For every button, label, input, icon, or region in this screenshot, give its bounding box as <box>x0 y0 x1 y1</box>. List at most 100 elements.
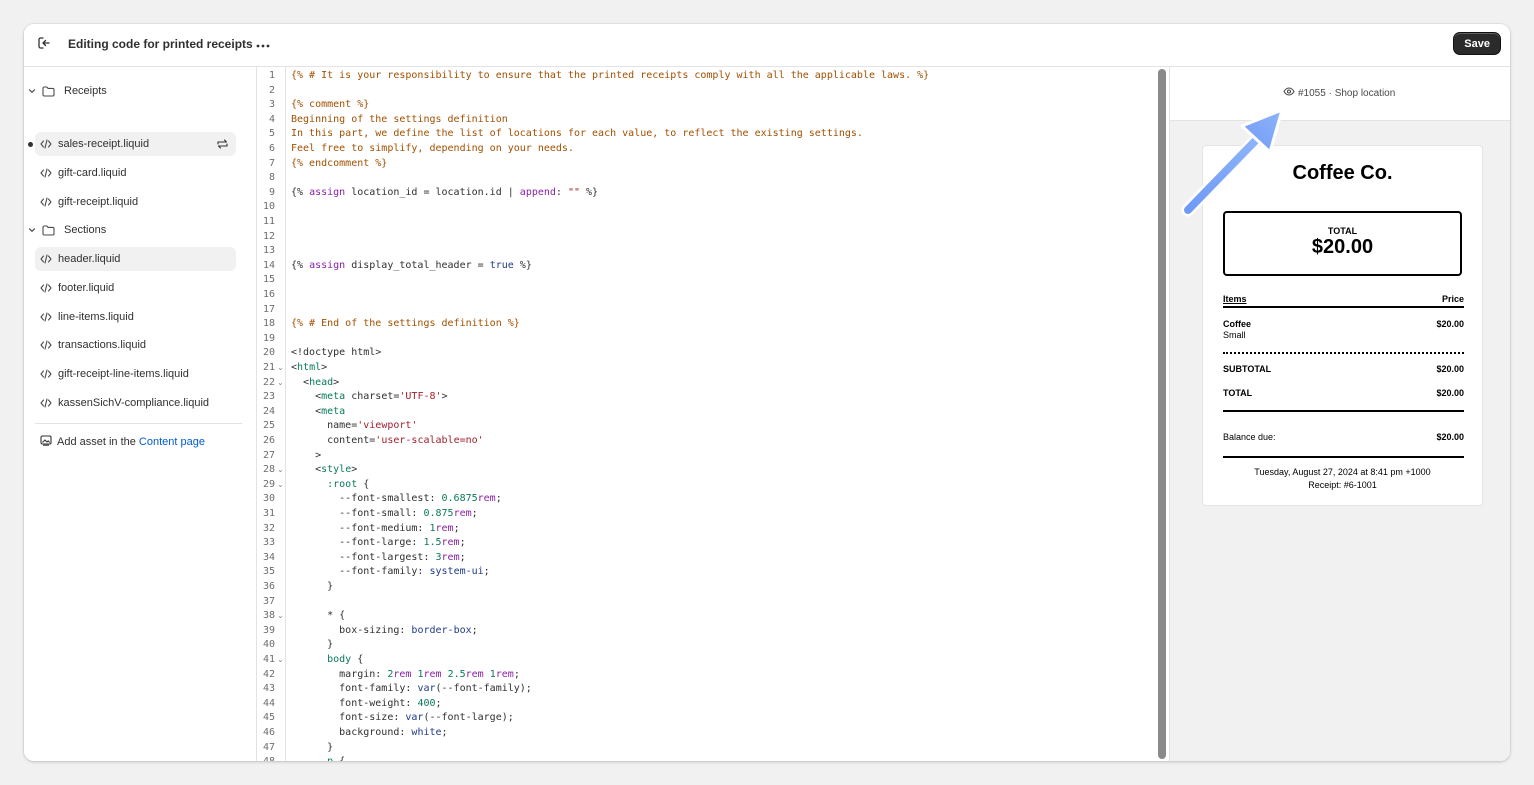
code-line[interactable]: 27 > <box>257 449 1169 464</box>
totals-rule <box>1223 410 1464 412</box>
code-line[interactable]: 47 } <box>257 741 1169 756</box>
code-text: Feel free to simplify, depending on your… <box>291 143 574 154</box>
code-line[interactable]: 29 ⌄ :root { <box>257 478 1169 493</box>
line-number: 15 <box>262 274 275 286</box>
code-line[interactable]: 8 <box>257 171 1169 186</box>
code-line[interactable]: 37 <box>257 595 1169 610</box>
file-sales-receipt[interactable]: sales-receipt.liquid <box>35 132 236 156</box>
line-number: 37 <box>262 595 275 607</box>
code-line[interactable]: 39 box-sizing: border-box; <box>257 624 1169 639</box>
code-line[interactable]: 3 {% comment %} <box>257 98 1169 113</box>
code-line[interactable]: 13 <box>257 244 1169 259</box>
file-transactions[interactable]: transactions.liquid <box>35 333 236 357</box>
code-text: <style> <box>291 464 358 476</box>
line-item-row: Coffee Small $20.00 <box>1223 319 1464 340</box>
code-line[interactable]: 10 <box>257 200 1169 215</box>
code-line[interactable]: 44 font-weight: 400; <box>257 697 1169 712</box>
code-line[interactable]: 48 p { <box>257 755 1169 761</box>
more-actions-button[interactable] <box>252 32 274 56</box>
total-header-box: TOTAL $20.00 <box>1223 211 1462 276</box>
line-number: 28 <box>262 464 275 476</box>
file-kassensichv-compliance[interactable]: kassenSichV-compliance.liquid <box>35 391 236 415</box>
code-line[interactable]: 34 --font-largest: 3rem; <box>257 551 1169 566</box>
code-line[interactable]: 23 <meta charset='UTF-8'> <box>257 390 1169 405</box>
fold-chevron-icon[interactable]: ⌄ <box>277 463 284 478</box>
code-editor[interactable]: 1 {% # It is your responsibility to ensur… <box>257 67 1169 761</box>
code-line[interactable]: 7 {% endcomment %} <box>257 157 1169 172</box>
code-line[interactable]: 36 } <box>257 580 1169 595</box>
editor-scrollbar[interactable] <box>1158 69 1166 759</box>
line-number: 39 <box>262 624 275 636</box>
code-text: {% comment %} <box>291 99 370 111</box>
fold-chevron-icon[interactable]: ⌄ <box>277 609 284 624</box>
code-line[interactable]: 19 <box>257 332 1169 347</box>
folder-sections[interactable]: Sections <box>26 218 106 242</box>
items-column-header: Items <box>1223 294 1247 304</box>
fold-chevron-icon[interactable]: ⌄ <box>277 361 284 376</box>
code-line[interactable]: 5 In this part, we define the list of loc… <box>257 127 1169 142</box>
revert-icon[interactable] <box>215 137 229 151</box>
code-line[interactable]: 38 ⌄ * { <box>257 609 1169 624</box>
fold-chevron-icon[interactable]: ⌄ <box>277 653 284 668</box>
folder-receipts[interactable]: Receipts <box>26 79 107 103</box>
balance-value: $20.00 <box>1436 432 1464 442</box>
line-number: 26 <box>262 435 275 446</box>
code-line[interactable]: 6 Feel free to simplify, depending on you… <box>257 142 1169 157</box>
line-number: 27 <box>262 449 275 461</box>
code-line[interactable]: 43 font-family: var(--font-family); <box>257 682 1169 697</box>
code-line[interactable]: 14 {% assign display_total_header = true … <box>257 259 1169 274</box>
file-line-items[interactable]: line-items.liquid <box>35 305 236 329</box>
code-line[interactable]: 32 --font-medium: 1rem; <box>257 522 1169 537</box>
code-line[interactable]: 9 {% assign location_id = location.id | a… <box>257 186 1169 201</box>
code-line[interactable]: 4 Beginning of the settings definition <box>257 113 1169 128</box>
code-line[interactable]: 16 <box>257 288 1169 303</box>
line-number: 1 <box>268 70 275 81</box>
code-text: In this part, we define the list of loca… <box>291 128 863 140</box>
line-number: 46 <box>262 727 275 738</box>
balance-rule <box>1223 456 1464 458</box>
content-page-link[interactable]: Content page <box>139 436 205 448</box>
location-label: #1055 · Shop location <box>1298 87 1396 99</box>
line-number: 25 <box>262 420 275 432</box>
code-line[interactable]: 20 <!doctype html> <box>257 346 1169 361</box>
code-line[interactable]: 26 content='user-scalable=no' <box>257 434 1169 449</box>
shop-name: Coffee Co. <box>1292 162 1393 184</box>
file-gift-receipt-line-items[interactable]: gift-receipt-line-items.liquid <box>35 362 236 386</box>
exit-button[interactable] <box>30 32 58 58</box>
code-line[interactable]: 25 name='viewport' <box>257 419 1169 434</box>
fold-chevron-icon[interactable]: ⌄ <box>277 376 284 391</box>
code-line[interactable]: 41 ⌄ body { <box>257 653 1169 668</box>
code-line[interactable]: 35 --font-family: system-ui; <box>257 565 1169 580</box>
code-line[interactable]: 42 margin: 2rem 1rem 2.5rem 1rem; <box>257 668 1169 683</box>
code-line[interactable]: 18 {% # End of the settings definition %} <box>257 317 1169 332</box>
code-line[interactable]: 31 --font-small: 0.875rem; <box>257 507 1169 522</box>
code-text: :root { <box>327 478 370 490</box>
code-line[interactable]: 30 --font-smallest: 0.6875rem; <box>257 492 1169 507</box>
file-header[interactable]: header.liquid <box>35 247 236 271</box>
code-line[interactable]: 46 background: white; <box>257 726 1169 741</box>
location-selector[interactable]: #1055 · Shop location <box>1283 84 1395 102</box>
file-footer[interactable]: footer.liquid <box>35 276 236 300</box>
save-button[interactable]: Save <box>1453 32 1501 55</box>
code-line[interactable]: 17 <box>257 303 1169 318</box>
code-line[interactable]: 21 ⌄ <html> <box>257 361 1169 376</box>
file-gift-card[interactable]: gift-card.liquid <box>35 161 236 185</box>
line-number: 2 <box>268 84 275 96</box>
file-gift-receipt[interactable]: gift-receipt.liquid <box>35 190 236 214</box>
code-line[interactable]: 40 } <box>257 638 1169 653</box>
fold-chevron-icon[interactable]: ⌄ <box>277 478 284 493</box>
code-line[interactable]: 1 {% # It is your responsibility to ensur… <box>257 69 1169 84</box>
code-line[interactable]: 2 <box>257 84 1169 99</box>
code-line[interactable]: 12 <box>257 230 1169 245</box>
code-line[interactable]: 33 --font-large: 1.5rem; <box>257 536 1169 551</box>
code-line[interactable]: 22 ⌄ <head> <box>257 376 1169 391</box>
code-line[interactable]: 28 ⌄ <style> <box>257 463 1169 478</box>
code-line[interactable]: 11 <box>257 215 1169 230</box>
code-line[interactable]: 45 font-size: var(--font-large); <box>257 711 1169 726</box>
file-label: sales-receipt.liquid <box>58 138 150 150</box>
image-icon <box>40 435 52 449</box>
code-line[interactable]: 24 <meta <box>257 405 1169 420</box>
code-line[interactable]: 15 <box>257 273 1169 288</box>
code-text: font-weight: 400; <box>291 697 442 709</box>
receipt-paper: Coffee Co. TOTAL $20.00 Items Price Coff… <box>1203 146 1482 505</box>
